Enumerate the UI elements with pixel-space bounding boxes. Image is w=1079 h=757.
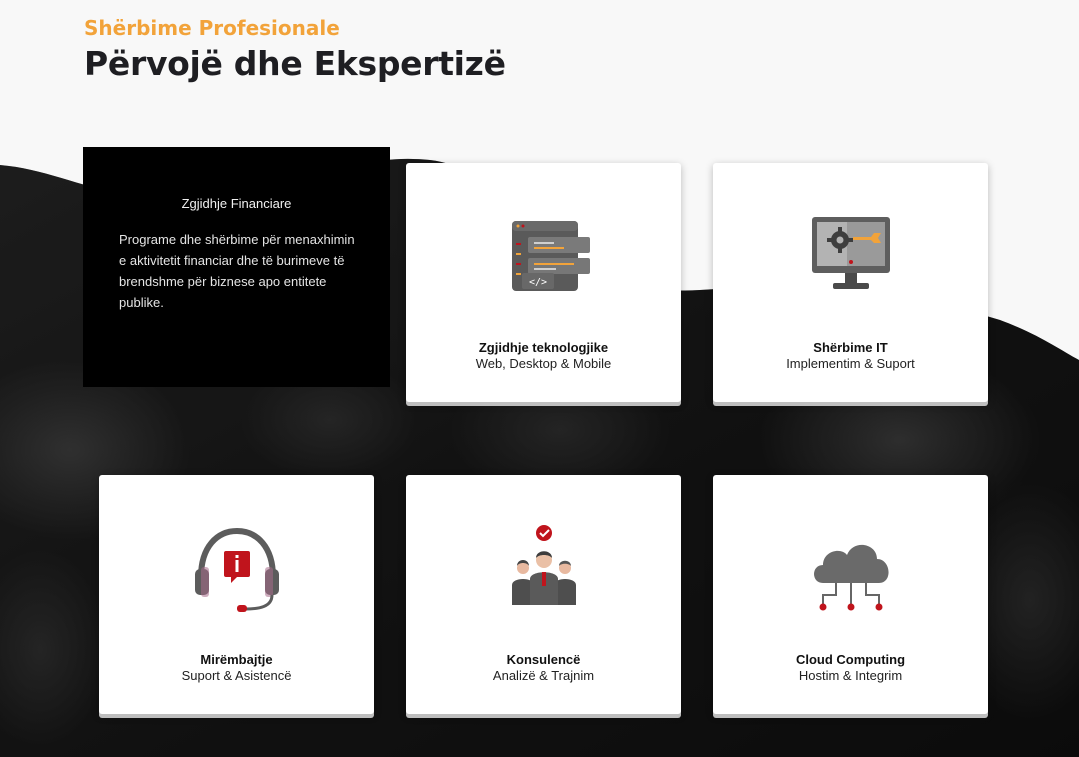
section-heading: Shërbime Profesionale Përvojë dhe Eksper…: [84, 16, 506, 84]
svg-text:</>: </>: [528, 277, 546, 288]
headset-info-icon: [194, 527, 279, 612]
team-check-icon: [511, 525, 576, 605]
featured-service-description: Programe dhe shërbime për menaxhimin e a…: [119, 232, 355, 310]
service-card-subtitle: Web, Desktop & Mobile: [475, 356, 612, 371]
service-card-subtitle: Hostim & Integrim: [798, 668, 903, 683]
service-card-technology[interactable]: </> Zgjidhje teknologjike Web, Desktop &…: [406, 163, 681, 402]
section-eyebrow: Shërbime Profesionale: [84, 16, 340, 40]
service-card-subtitle: Suport & Asistencë: [181, 668, 292, 683]
service-card-title: Zgjidhje teknologjike: [478, 340, 609, 355]
service-card-it[interactable]: Shërbime IT Implementim & Suport: [713, 163, 988, 402]
monitor-gear-wrench-icon: [811, 217, 890, 289]
service-card-subtitle: Analizë & Trajnim: [492, 668, 595, 683]
service-card-title: Shërbime IT: [813, 340, 888, 355]
section-title: Përvojë dhe Ekspertizë: [84, 44, 506, 83]
service-card-title: Konsulencë: [506, 652, 581, 667]
cloud-network-icon: [813, 544, 889, 611]
service-card-cloud[interactable]: Cloud Computing Hostim & Integrim: [713, 475, 988, 714]
server-code-icon: </>: [511, 221, 590, 291]
service-card-title: Mirëmbajtje: [200, 652, 273, 667]
featured-service-title: Zgjidhje Financiare: [181, 196, 292, 211]
service-card-title: Cloud Computing: [795, 652, 906, 667]
service-card-subtitle: Implementim & Suport: [786, 356, 915, 371]
service-card-consulting[interactable]: Konsulencë Analizë & Trajnim: [406, 475, 681, 714]
featured-service-card[interactable]: Zgjidhje Financiare Programe dhe shërbim…: [83, 147, 390, 387]
service-card-maintenance[interactable]: Mirëmbajtje Suport & Asistencë: [99, 475, 374, 714]
